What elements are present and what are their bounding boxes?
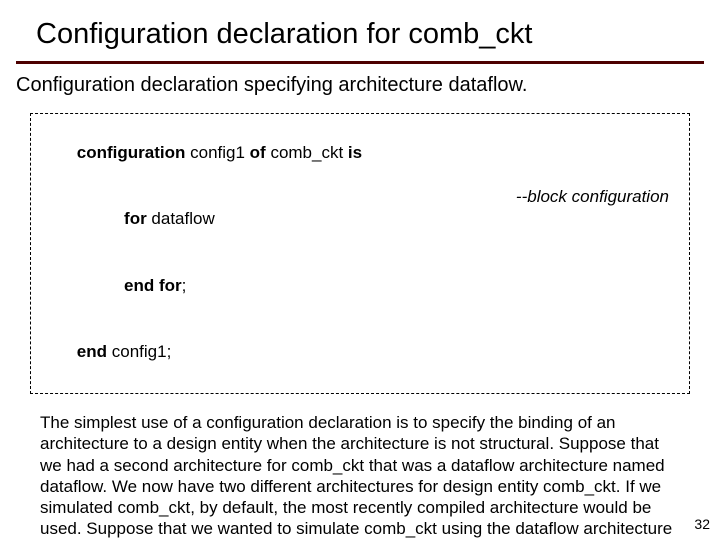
kw-of: of [250,143,266,162]
kw-end-for: end for [124,276,182,295]
code-line: end config1; [39,319,681,385]
kw-for: for [124,209,147,228]
code-line: for dataflow --block configuration [39,186,681,252]
code-line: configuration config1 of comb_ckt is [39,120,681,186]
code-text: ; [182,276,187,295]
code-comment: --block configuration [516,186,681,252]
body-paragraph: The simplest use of a configuration decl… [0,394,720,540]
kw-end: end [77,342,107,361]
page-title: Configuration declaration for comb_ckt [0,0,720,57]
code-text: config1; [107,342,171,361]
kw-configuration: configuration [77,143,186,162]
page-number: 32 [694,516,710,532]
subtitle: Configuration declaration specifying arc… [0,74,720,107]
code-text: dataflow [147,209,215,228]
indent [77,276,124,295]
kw-is: is [348,143,362,162]
indent [77,209,124,228]
code-line: end for; [39,253,681,319]
title-rule [16,61,704,64]
code-block: configuration config1 of comb_ckt is for… [30,113,690,394]
slide: Configuration declaration for comb_ckt C… [0,0,720,540]
code-text: comb_ckt [266,143,348,162]
code-text: config1 [185,143,249,162]
